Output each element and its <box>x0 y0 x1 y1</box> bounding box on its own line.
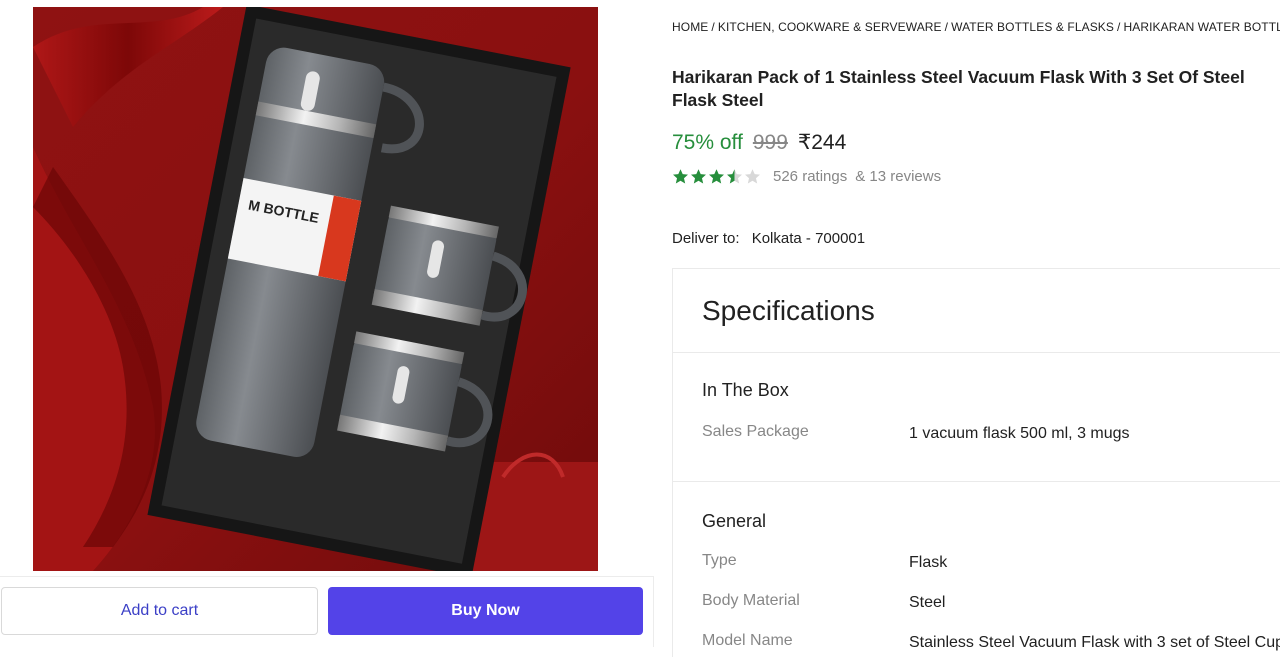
product-image[interactable]: M BOTTLE <box>33 7 598 571</box>
spec-key-model-name: Model Name <box>702 632 793 649</box>
selling-price: ₹244 <box>797 131 847 154</box>
breadcrumb-kitchen[interactable]: KITCHEN, COOKWARE & SERVEWARE <box>718 20 942 34</box>
spec-section-general: General <box>702 511 767 531</box>
specifications-panel: Specifications In The Box Sales Package … <box>672 268 1280 657</box>
product-photo: M BOTTLE <box>33 7 598 571</box>
star-icon <box>709 169 724 184</box>
breadcrumb-separator: / <box>711 20 715 34</box>
spec-key-sales-package: Sales Package <box>702 423 809 440</box>
ratings-count: 526 ratings <box>773 168 848 185</box>
breadcrumb-separator: / <box>944 20 949 34</box>
spec-value-body-material: Steel <box>909 594 946 611</box>
price-row: 75% off 999 ₹244 <box>672 130 846 155</box>
spec-key-type: Type <box>702 552 737 569</box>
star-rating <box>672 168 762 185</box>
discount-label: 75% off <box>672 131 743 154</box>
product-title: Harikaran Pack of 1 Stainless Steel Vacu… <box>672 66 1280 112</box>
reviews-count: & 13 reviews <box>855 168 942 185</box>
breadcrumb-home[interactable]: HOME <box>672 20 708 34</box>
breadcrumb-harikaran[interactable]: HARIKARAN WATER BOTTLES & <box>1123 20 1280 34</box>
breadcrumb: HOME / KITCHEN, COOKWARE & SERVEWARE / WATER… <box>672 20 1280 34</box>
star-icon <box>673 169 688 184</box>
deliver-label: Deliver to: <box>672 230 740 247</box>
star-icon <box>727 169 742 184</box>
star-icon <box>691 169 706 184</box>
delivery-location: Deliver to: Kolkata - 700001 <box>672 230 865 247</box>
original-price: 999 <box>752 131 788 154</box>
spec-value-sales-package: 1 vacuum flask 500 ml, 3 mugs <box>909 425 1130 442</box>
product-title-line-1: Harikaran Pack of 1 Stainless Steel Vacu… <box>672 67 1245 87</box>
divider <box>673 352 1280 353</box>
product-title-line-2: Flask Steel <box>672 90 764 110</box>
spec-value-model-name: Stainless Steel Vacuum Flask with 3 set … <box>909 634 1280 651</box>
buy-now-button[interactable]: Buy Now <box>328 587 643 635</box>
action-bar: Add to cart Buy Now <box>0 576 654 647</box>
breadcrumb-separator: / <box>1117 20 1121 34</box>
delivery-pincode[interactable]: Kolkata - 700001 <box>752 230 865 247</box>
specifications-heading: Specifications <box>702 295 875 326</box>
rating-row[interactable]: 526 ratings & 13 reviews <box>672 168 941 185</box>
breadcrumb-water-bottles[interactable]: WATER BOTTLES & FLASKS <box>951 20 1114 34</box>
spec-value-type: Flask <box>909 554 948 571</box>
product-details: HOME / KITCHEN, COOKWARE & SERVEWARE / WATER… <box>672 0 1280 657</box>
add-to-cart-button[interactable]: Add to cart <box>1 587 318 635</box>
star-icon <box>745 169 760 184</box>
spec-section-in-the-box: In The Box <box>702 380 789 400</box>
spec-key-body-material: Body Material <box>702 592 800 609</box>
divider <box>673 481 1280 482</box>
